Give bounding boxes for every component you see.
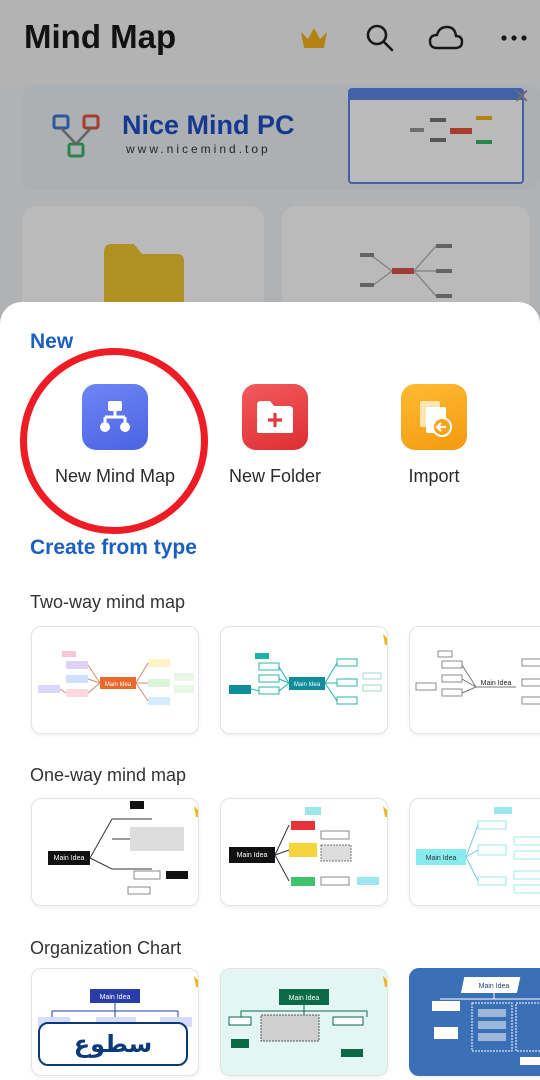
template-preview: Main Idea: [415, 650, 540, 705]
watermark-logo: سطوع: [38, 1022, 188, 1066]
import-label: Import: [408, 466, 460, 486]
main-idea-text: Main Idea: [426, 855, 457, 862]
create-sheet: New New Mind Map New Folder Import Creat…: [0, 302, 540, 1080]
template-preview: Main Idea: [229, 653, 382, 705]
template-org-2[interactable]: Main Idea: [220, 968, 388, 1076]
new-folder-label: New Folder: [228, 466, 322, 486]
main-idea-text: Main Idea: [481, 680, 512, 687]
create-from-type-heading: Create from type: [30, 536, 197, 559]
main-idea-text: Main Idea: [479, 983, 510, 990]
main-idea-text: Main Idea: [289, 995, 320, 1002]
import-button[interactable]: Import: [369, 384, 499, 487]
main-idea-text: Main Idea: [294, 682, 321, 688]
template-one-way-2[interactable]: Main Idea: [220, 798, 388, 906]
template-preview: Main Idea: [432, 977, 540, 1065]
template-two-way-1[interactable]: Main Idea: [31, 626, 199, 734]
template-two-way-2[interactable]: Main Idea: [220, 626, 388, 734]
template-preview: Main Idea: [48, 801, 188, 895]
type-label-org-chart: Organization Chart: [30, 938, 182, 958]
main-idea-text: Main Idea: [100, 994, 131, 1001]
type-label-one-way: One-way mind map: [30, 765, 187, 785]
main-idea-text: Main Idea: [237, 852, 268, 859]
template-preview: Main Idea: [229, 807, 379, 886]
highlight-circle: [20, 348, 208, 534]
template-preview: Main Idea: [38, 651, 194, 705]
new-heading: New: [30, 330, 74, 353]
import-icon: [401, 384, 467, 450]
type-label-two-way: Two-way mind map: [30, 592, 186, 612]
main-idea-text: Main Idea: [54, 855, 85, 862]
template-one-way-3[interactable]: Main Idea: [409, 798, 540, 906]
template-preview: Main Idea: [416, 807, 540, 894]
template-preview: Main Idea: [228, 989, 368, 1057]
template-two-way-3[interactable]: Main Idea: [409, 626, 540, 734]
template-one-way-1[interactable]: Main Idea: [31, 798, 199, 906]
folder-plus-icon: [242, 384, 308, 450]
template-org-3[interactable]: Main Idea: [409, 968, 540, 1076]
new-folder-button[interactable]: New Folder: [210, 384, 340, 487]
watermark-text: سطوع: [73, 1030, 153, 1058]
main-idea-text: Main Idea: [105, 682, 132, 688]
